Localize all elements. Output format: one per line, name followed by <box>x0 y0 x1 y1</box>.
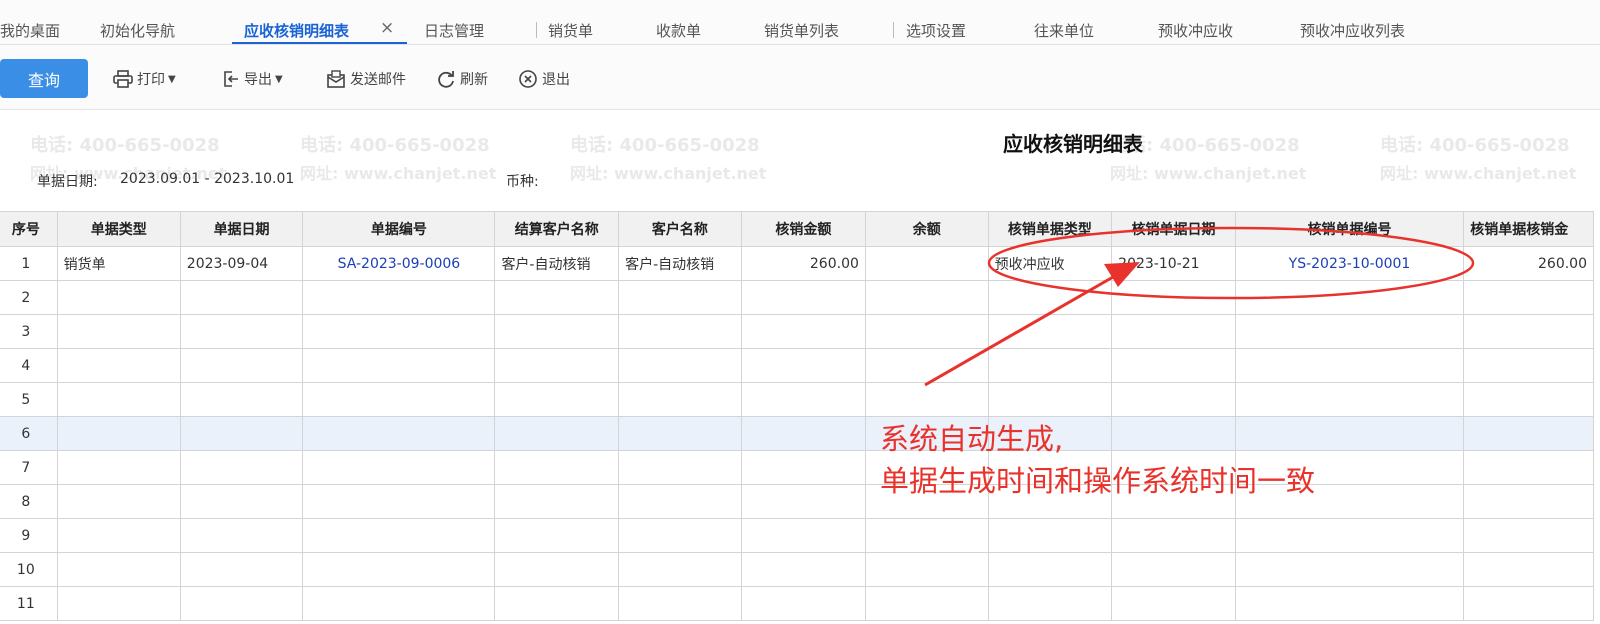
watermark-url: 网址: www.chanjet.net <box>1110 164 1307 183</box>
print-button[interactable]: 打印 ▼ <box>113 69 176 89</box>
row-index: 9 <box>0 518 58 553</box>
col-header[interactable]: 结算客户名称 <box>494 211 620 247</box>
watermark-url: 网址: www.chanjet.net <box>300 164 497 183</box>
writeoff-number-link[interactable]: YS-2023-10-0001 <box>1234 246 1465 281</box>
date-range-value: 2023.09.01 - 2023.10.01 <box>120 171 295 187</box>
send-mail-label: 发送邮件 <box>350 72 406 88</box>
close-icon[interactable]: × <box>380 18 394 38</box>
close-circle-icon <box>519 70 537 88</box>
tab-init-guide[interactable]: 初始化导航 <box>100 20 175 41</box>
header-row: 序号 单据类型 单据日期 单据编号 结算客户名称 客户名称 核销金额 余额 核销… <box>0 211 1594 247</box>
row-index: 1 <box>0 246 58 281</box>
print-label: 打印 <box>137 72 165 88</box>
cell-writeoff-amount: 260.00 <box>740 246 866 281</box>
cell-balance <box>864 246 989 281</box>
tab-divider <box>536 22 537 38</box>
table-row[interactable]: 8 <box>0 484 1594 519</box>
col-header[interactable]: 客户名称 <box>618 211 742 247</box>
row-index: 3 <box>0 314 58 349</box>
cell-doc-date: 2023-09-04 <box>179 246 304 281</box>
tab-log-management[interactable]: 日志管理 <box>424 20 484 41</box>
annotation-text-line1: 系统自动生成, <box>880 422 1064 456</box>
active-tab-indicator <box>232 42 407 44</box>
row-index: 5 <box>0 382 58 417</box>
refresh-label: 刷新 <box>460 72 488 88</box>
col-header[interactable]: 余额 <box>864 211 989 247</box>
row-index: 8 <box>0 484 58 519</box>
tab-prepay-offset[interactable]: 预收冲应收 <box>1158 20 1233 41</box>
tab-sales-order[interactable]: 销货单 <box>548 20 593 41</box>
col-header[interactable]: 核销金额 <box>740 211 866 247</box>
cell-doc-type: 销货单 <box>56 246 181 281</box>
col-header[interactable]: 单据日期 <box>179 211 304 247</box>
report-title: 应收核销明细表 <box>1003 132 1143 156</box>
mail-icon <box>327 70 345 88</box>
tab-ar-writeoff-detail[interactable]: 应收核销明细表 <box>244 20 349 41</box>
exit-button[interactable]: 退出 <box>518 69 570 89</box>
table-row[interactable]: 3 <box>0 314 1594 349</box>
col-header[interactable]: 核销单据核销金 <box>1463 211 1594 247</box>
query-button[interactable]: 查询 <box>0 59 88 98</box>
cell-writeoff-doc-amount: 260.00 <box>1463 246 1594 281</box>
row-index: 11 <box>0 586 58 621</box>
table-row[interactable]: 11 <box>0 586 1594 621</box>
watermark-phone: 电话: 400-665-0028 <box>30 135 220 156</box>
watermark-phone: 电话: 400-665-0028 <box>570 135 760 156</box>
col-header[interactable]: 单据类型 <box>56 211 181 247</box>
table-row[interactable]: 1 销货单 2023-09-04 SA-2023-09-0006 客户-自动核销… <box>0 246 1594 281</box>
row-index: 4 <box>0 348 58 383</box>
table-row[interactable]: 7 <box>0 450 1594 485</box>
cell-writeoff-type: 预收冲应收 <box>987 246 1113 281</box>
row-index: 2 <box>0 280 58 315</box>
watermark-phone: 电话: 400-665-0028 <box>300 135 490 156</box>
tab-divider <box>893 22 894 38</box>
chevron-down-icon: ▼ <box>168 73 176 85</box>
cell-customer: 客户-自动核销 <box>618 246 742 281</box>
table-row[interactable]: 5 <box>0 382 1594 417</box>
refresh-button[interactable]: 刷新 <box>436 69 488 89</box>
col-header[interactable]: 核销单据编号 <box>1234 211 1465 247</box>
table-row[interactable]: 4 <box>0 348 1594 383</box>
tab-my-desktop[interactable]: 我的桌面 <box>0 20 60 41</box>
col-header[interactable]: 核销单据类型 <box>987 211 1113 247</box>
data-grid: 序号 单据类型 单据日期 单据编号 结算客户名称 客户名称 核销金额 余额 核销… <box>0 211 1594 621</box>
watermark-url: 网址: www.chanjet.net <box>570 164 767 183</box>
refresh-icon <box>438 71 454 88</box>
chevron-down-icon: ▼ <box>275 73 283 85</box>
send-mail-button[interactable]: 发送邮件 <box>326 69 406 89</box>
date-label: 单据日期: <box>37 174 98 190</box>
toolbar: 查询 打印 ▼ 导出 ▼ 发送邮件 刷新 退出 <box>0 45 1600 110</box>
tab-prepay-offset-list[interactable]: 预收冲应收列表 <box>1300 20 1405 41</box>
tab-sales-order-list[interactable]: 销货单列表 <box>764 20 839 41</box>
tab-bar: 我的桌面 初始化导航 应收核销明细表 × 日志管理 销货单 收款单 销货单列表 … <box>0 0 1600 45</box>
row-index: 7 <box>0 450 58 485</box>
export-icon <box>224 71 238 87</box>
export-button[interactable]: 导出 ▼ <box>222 69 283 89</box>
tab-partners[interactable]: 往来单位 <box>1034 20 1094 41</box>
row-index: 10 <box>0 552 58 587</box>
cell-writeoff-date: 2023-10-21 <box>1111 246 1236 281</box>
col-header[interactable]: 序号 <box>0 211 58 247</box>
watermark-url: 网址: www.chanjet.net <box>1380 164 1577 183</box>
col-header[interactable]: 核销单据日期 <box>1111 211 1236 247</box>
currency-label: 币种: <box>506 174 539 190</box>
exit-label: 退出 <box>542 72 570 88</box>
cell-settle-customer: 客户-自动核销 <box>494 246 620 281</box>
row-index: 6 <box>0 416 58 451</box>
tab-option-settings[interactable]: 选项设置 <box>906 20 966 41</box>
printer-icon <box>113 70 133 88</box>
tab-receipt[interactable]: 收款单 <box>656 20 701 41</box>
table-row[interactable]: 2 <box>0 280 1594 315</box>
col-header[interactable]: 单据编号 <box>302 211 496 247</box>
watermark-phone: 电话: 400-665-0028 <box>1380 135 1570 156</box>
export-label: 导出 <box>244 72 272 88</box>
doc-number-link[interactable]: SA-2023-09-0006 <box>302 246 496 281</box>
table-row[interactable]: 10 <box>0 552 1594 587</box>
table-row[interactable]: 9 <box>0 518 1594 553</box>
annotation-text-line2: 单据生成时间和操作系统时间一致 <box>880 464 1316 498</box>
table-row-selected[interactable]: 6 <box>0 416 1594 451</box>
